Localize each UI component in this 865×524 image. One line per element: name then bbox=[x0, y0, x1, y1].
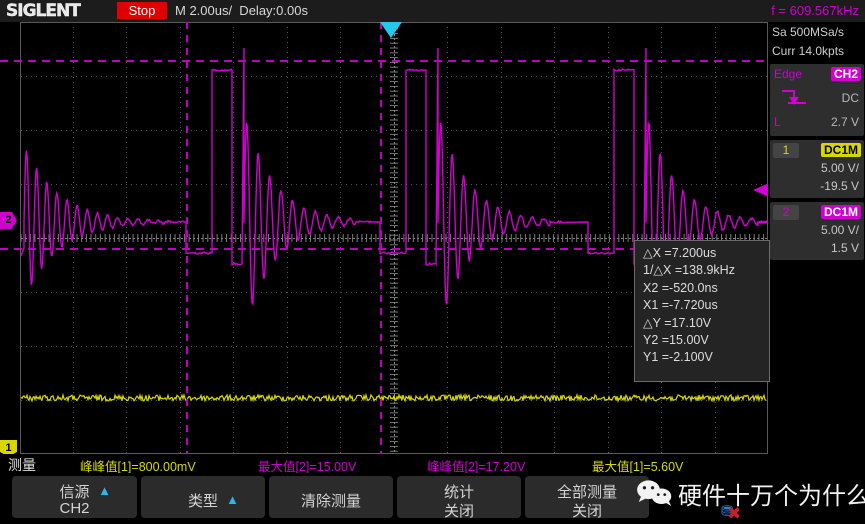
menu-button-source-line2: CH2 bbox=[59, 500, 90, 517]
channel-2-scale: 5.00 V/ bbox=[820, 223, 859, 237]
menu-button-statistics-line2: 关闭 bbox=[443, 503, 474, 520]
falling-edge-icon bbox=[782, 90, 806, 105]
trigger-level-label: L bbox=[774, 115, 781, 129]
cursor-delta-y: △Y =17.10V bbox=[643, 315, 712, 330]
channel-2-coupling-badge[interactable]: DC1M bbox=[820, 205, 861, 219]
up-arrow-icon[interactable]: ▲ bbox=[98, 483, 111, 498]
cursor-y2: Y2 =15.00V bbox=[643, 333, 709, 348]
cursor-inv-delta-x: 1/△X =138.9kHz bbox=[643, 263, 735, 278]
trigger-level-value: 2.7 V bbox=[830, 115, 859, 129]
top-status-bar: SIGLENT Stop M 2.00us/ Delay:0.00s f = 6… bbox=[0, 0, 865, 22]
siglent-logo: SIGLENT bbox=[6, 1, 81, 21]
waveform-grid-area[interactable]: 2 1 bbox=[0, 22, 768, 454]
menu-button-all-measure-line2: 关闭 bbox=[571, 503, 602, 520]
menu-button-all-measure[interactable]: 全部测量 关闭 bbox=[525, 476, 649, 520]
cursor-x1: X1 =-7.720us bbox=[643, 298, 718, 313]
cursor-x1-line[interactable] bbox=[186, 22, 188, 454]
menu-button-source[interactable]: 信源 CH2 ▲ bbox=[12, 476, 137, 518]
cursor-readout-box[interactable]: △X =7.200us 1/△X =138.9kHz X2 =-520.0ns … bbox=[634, 240, 770, 382]
sample-rate-readout: Sa 500MSa/s bbox=[772, 25, 845, 39]
channel-1-info-box[interactable]: 1 DC1M 5.00 V/ -19.5 V bbox=[770, 140, 864, 198]
up-arrow-icon[interactable]: ▲ bbox=[226, 492, 239, 507]
oscilloscope-screen: SIGLENT Stop M 2.00us/ Delay:0.00s f = 6… bbox=[0, 0, 865, 523]
watermark: 硬件十万个为什么 ⛃ ✖ bbox=[636, 476, 865, 523]
trigger-coupling-label: DC bbox=[841, 91, 859, 105]
cursor-x2: X2 =-520.0ns bbox=[643, 280, 718, 295]
channel-2-info-box[interactable]: 2 DC1M 5.00 V/ 1.5 V bbox=[770, 202, 864, 260]
wechat-icon bbox=[637, 480, 672, 506]
menu-button-all-measure-line1: 全部测量 bbox=[556, 484, 617, 501]
cursor-delta-x: △X =7.200us bbox=[643, 246, 717, 260]
waveform-traces bbox=[20, 47, 768, 404]
cursor-y1: Y1 =-2.100V bbox=[643, 350, 713, 365]
watermark-text: 硬件十万个为什么 bbox=[678, 483, 865, 510]
run-stop-status[interactable]: Stop bbox=[117, 2, 167, 19]
menu-button-clear-measure-label: 清除测量 bbox=[300, 493, 361, 510]
menu-button-statistics-line1: 统计 bbox=[443, 484, 474, 501]
memory-depth-readout: Curr 14.0kpts bbox=[772, 44, 845, 58]
channel-1-offset: -19.5 V bbox=[820, 179, 859, 193]
measure-label: 测量 bbox=[8, 457, 36, 473]
channel-2-offset: 1.5 V bbox=[830, 241, 859, 255]
channel-1-coupling-badge[interactable]: DC1M bbox=[820, 143, 861, 157]
menu-button-type[interactable]: 类型 ▲ bbox=[141, 476, 265, 518]
trigger-source-badge[interactable]: CH2 bbox=[830, 67, 861, 81]
timebase-readout[interactable]: M 2.00us/ Delay:0.00s bbox=[175, 3, 308, 18]
measurement-strip: 测量 峰峰值[1]=800.00mV 最大值[2]=15.00V 峰峰值[2]=… bbox=[0, 454, 865, 474]
channel-1-marker[interactable]: 1 bbox=[0, 440, 17, 454]
channel-1-number[interactable]: 1 bbox=[773, 143, 799, 158]
trigger-info-box[interactable]: Edge CH2 DC L 2.7 V bbox=[770, 64, 864, 136]
channel-2-number[interactable]: 2 bbox=[773, 205, 799, 220]
trigger-type-label: Edge bbox=[774, 67, 803, 81]
watermark-x-icon: ✖ bbox=[727, 504, 742, 523]
right-info-panel: Sa 500MSa/s Curr 14.0kpts Edge CH2 DC L … bbox=[768, 22, 865, 454]
menu-button-clear-measure[interactable]: 清除测量 bbox=[269, 476, 393, 518]
menu-button-type-line1: 类型 bbox=[187, 493, 218, 510]
frequency-readout: f = 609.567kHz bbox=[771, 3, 859, 18]
menu-button-source-line1: 信源 bbox=[59, 484, 90, 501]
cursor-x2-line[interactable] bbox=[380, 22, 382, 454]
channel-1-scale: 5.00 V/ bbox=[820, 161, 859, 175]
menu-button-statistics[interactable]: 统计 关闭 bbox=[397, 476, 521, 520]
cursor-y2-line[interactable] bbox=[0, 60, 768, 62]
